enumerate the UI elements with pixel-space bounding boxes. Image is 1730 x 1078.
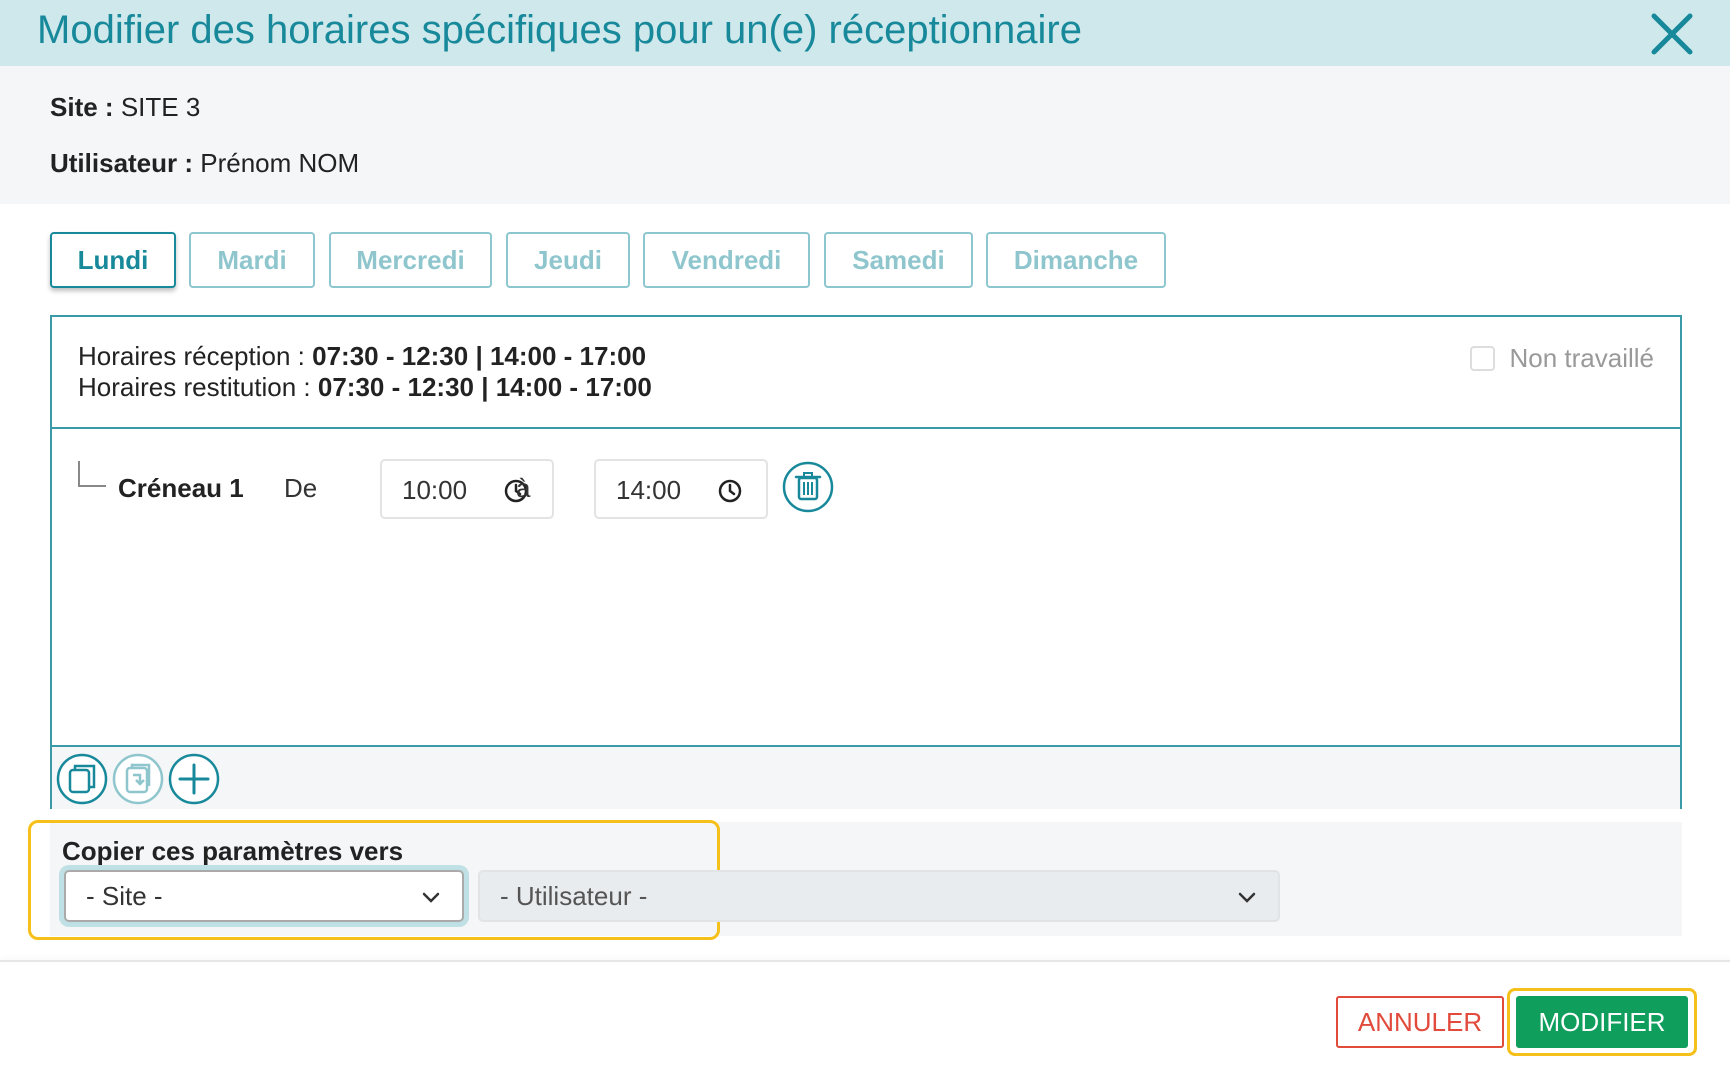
restitution-label: Horaires restitution : xyxy=(78,372,311,402)
opening-hours: Horaires réception : 07:30 - 12:30 | 14:… xyxy=(78,341,652,403)
to-label: à xyxy=(516,473,531,503)
non-worked-checkbox[interactable] xyxy=(1470,346,1496,371)
tree-branch-icon xyxy=(78,461,106,487)
paste-icon[interactable] xyxy=(112,753,164,805)
user-label: Utilisateur : xyxy=(50,148,194,178)
reception-label: Horaires réception : xyxy=(78,341,305,371)
tab-lundi[interactable]: Lundi xyxy=(50,232,176,288)
clock-icon xyxy=(718,479,742,503)
divider xyxy=(52,427,1680,429)
dialog-title: Modifier des horaires spécifiques pour u… xyxy=(37,8,1082,52)
copy-settings-section: Copier ces paramètres vers - Site - - Ut… xyxy=(28,820,1682,940)
site-value: SITE 3 xyxy=(120,92,201,122)
non-worked-label: Non travaillé xyxy=(1509,343,1654,373)
chevron-down-icon xyxy=(422,892,440,903)
restitution-hours: Horaires restitution : 07:30 - 12:30 | 1… xyxy=(78,372,652,403)
to-time-input[interactable] xyxy=(616,475,716,506)
site-select[interactable]: - Site - xyxy=(64,870,464,922)
site-select-value: - Site - xyxy=(86,881,163,911)
schedule-panel: Horaires réception : 07:30 - 12:30 | 14:… xyxy=(50,315,1682,809)
reception-hours: Horaires réception : 07:30 - 12:30 | 14:… xyxy=(78,341,652,372)
dialog-header: Modifier des horaires spécifiques pour u… xyxy=(0,0,1730,66)
submit-button[interactable]: MODIFIER xyxy=(1516,996,1688,1048)
copy-icon[interactable] xyxy=(56,753,108,805)
tab-samedi[interactable]: Samedi xyxy=(824,232,973,288)
site-info: Site : SITE 3 xyxy=(50,92,200,123)
close-icon[interactable] xyxy=(1648,10,1696,58)
from-label: De xyxy=(284,473,318,503)
user-select[interactable]: - Utilisateur - xyxy=(478,870,1280,922)
copy-label: Copier ces paramètres vers xyxy=(62,836,404,866)
slot-toolbar xyxy=(52,745,1680,809)
cancel-button[interactable]: ANNULER xyxy=(1336,996,1504,1048)
tab-jeudi[interactable]: Jeudi xyxy=(506,232,630,288)
tab-vendredi[interactable]: Vendredi xyxy=(643,232,810,288)
tab-mardi[interactable]: Mardi xyxy=(189,232,315,288)
trash-icon[interactable] xyxy=(782,461,834,513)
footer-divider xyxy=(0,960,1730,962)
user-select-value: - Utilisateur - xyxy=(500,881,648,911)
to-time-field[interactable] xyxy=(594,459,768,519)
info-section: Site : SITE 3 Utilisateur : Prénom NOM xyxy=(0,66,1730,204)
from-time-input[interactable] xyxy=(402,475,502,506)
restitution-value: 07:30 - 12:30 | 14:00 - 17:00 xyxy=(317,372,652,402)
user-info: Utilisateur : Prénom NOM xyxy=(50,148,359,179)
user-value: Prénom NOM xyxy=(200,148,360,178)
tab-dimanche[interactable]: Dimanche xyxy=(986,232,1166,288)
site-label: Site : xyxy=(50,92,114,122)
non-worked-toggle[interactable]: Non travaillé xyxy=(1470,343,1654,374)
add-icon[interactable] xyxy=(168,753,220,805)
chevron-down-icon xyxy=(1238,892,1256,903)
slot-label: Créneau 1 xyxy=(118,473,244,503)
reception-value: 07:30 - 12:30 | 14:00 - 17:00 xyxy=(312,341,647,371)
tab-mercredi[interactable]: Mercredi xyxy=(329,232,492,288)
time-slot: Créneau 1 De à xyxy=(76,459,836,521)
